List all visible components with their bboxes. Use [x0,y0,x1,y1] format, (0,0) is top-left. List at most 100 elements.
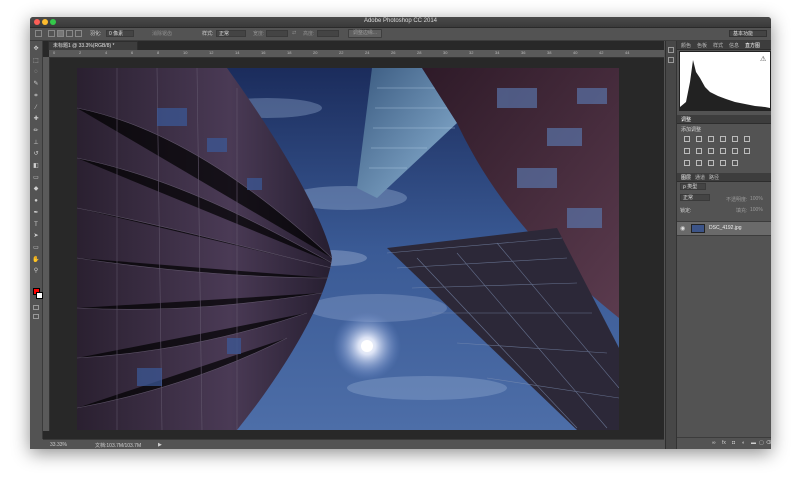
quick-mask-icon[interactable] [33,305,39,310]
blur-icon[interactable]: ◆ [32,185,40,193]
eyedropper-icon[interactable]: ⁄ [32,104,40,112]
ruler-tick-label: 2 [79,50,82,55]
width-input[interactable] [266,30,288,37]
eye-icon[interactable]: ◉ [680,225,685,232]
triangle-icon[interactable] [744,136,750,142]
layer-row[interactable]: ◉ DSC_4192.jpg [677,221,771,236]
tab-adjustments[interactable]: 调整 [681,116,691,123]
intersect-selection-icon[interactable] [75,30,82,37]
selective-color-icon[interactable] [732,160,738,166]
background-color-swatch[interactable] [36,292,43,299]
page: { "window": { "title": "Adobe Photoshop … [0,0,800,489]
right-panels: 颜色 色板 样式 信息 直方图 ⚠ 调整 添加调整 图层 通道 路径 ρ 类型 … [665,41,771,449]
feather-label: 羽化: [90,31,102,37]
ruler-tick-label: 4 [105,50,108,55]
brush-icon[interactable]: ✏ [32,127,40,135]
tab-info[interactable]: 信息 [729,42,739,49]
history-panel-icon[interactable] [668,47,674,53]
properties-panel-icon[interactable] [668,57,674,63]
ruler-tick-label: 12 [209,50,214,55]
lasso-icon[interactable]: ◌ [32,68,40,76]
zoom-icon[interactable]: ⚲ [32,267,40,275]
gradient-map-icon[interactable] [720,160,726,166]
new-layer-icon[interactable]: ▢ [759,440,764,446]
feather-input[interactable]: 0 像素 [106,30,134,37]
shape-icon[interactable]: ▭ [32,244,40,252]
photo-filter-icon[interactable] [720,148,726,154]
invert-icon[interactable] [684,160,690,166]
title-bar: Adobe Photoshop CC 2014 [30,17,771,28]
histogram-warning-icon[interactable]: ⚠ [760,55,767,63]
curves-icon[interactable] [708,136,714,142]
document-tab[interactable]: 未标题1 @ 33.3%(RGB/8) * [48,41,138,50]
image-canvas[interactable] [77,68,619,430]
layers-footer: ∞ fx ◘ ◐ ▬ ▢ ⌫ [677,437,771,448]
levels-icon[interactable] [696,136,702,142]
ruler-tick-label: 34 [495,50,500,55]
tab-channels[interactable]: 通道 [695,174,705,181]
tab-styles[interactable]: 样式 [713,42,723,49]
marquee-tool-preset-icon[interactable] [35,30,42,37]
ruler-tick-label: 6 [131,50,134,55]
status-menu-arrow[interactable]: ▶ [158,442,162,448]
tab-color[interactable]: 颜色 [681,42,691,49]
link-layers-icon[interactable]: ∞ [712,440,716,446]
heal-icon[interactable]: ✚ [32,115,40,123]
exposure-icon[interactable] [720,136,726,142]
dodge-icon[interactable]: ● [32,197,40,205]
subtract-selection-icon[interactable] [66,30,73,37]
opacity-value[interactable]: 100% [750,196,763,202]
type-icon[interactable]: T [32,221,40,229]
workspace-select[interactable]: 基本功能 [729,30,767,37]
ruler-tick-label: 0 [53,50,56,55]
hand-icon[interactable]: ✋ [32,256,40,264]
tab-swatches[interactable]: 色板 [697,42,707,49]
color-lookup-icon[interactable] [744,148,750,154]
refine-edge-button[interactable]: 调整边缘... [348,29,382,38]
add-selection-icon[interactable] [57,30,64,37]
photoshop-window: Adobe Photoshop CC 2014 羽化: 0 像素 消除锯齿 样式… [30,17,771,449]
vibrance-icon[interactable] [732,136,738,142]
channel-mixer-icon[interactable] [732,148,738,154]
adjustment-layer-icon[interactable]: ◐ [742,440,745,446]
black-white-icon[interactable] [708,148,714,154]
threshold-icon[interactable] [708,160,714,166]
pen-icon[interactable]: ✒ [32,209,40,217]
gradient-icon[interactable]: ▭ [32,174,40,182]
layer-kind-filter[interactable]: ρ 类型 [680,183,706,190]
screen-mode-icon[interactable] [33,314,39,319]
group-icon[interactable]: ▬ [751,440,756,446]
vertical-ruler[interactable] [43,57,50,431]
mask-icon[interactable]: ◘ [732,440,735,446]
marquee-icon[interactable]: ⬚ [32,57,40,65]
move-icon[interactable]: ✥ [32,45,40,53]
new-selection-icon[interactable] [48,30,55,37]
antialias-checkbox[interactable]: 消除锯齿 [152,30,172,37]
zoom-level[interactable]: 33.33% [50,442,67,448]
horizontal-ruler[interactable]: 0 2 4 6 8 10 12 14 16 18 20 22 24 26 28 30 32 34 36 38 40 42 4… [49,50,664,58]
fx-icon[interactable]: fx [722,440,726,446]
posterize-icon[interactable] [696,160,702,166]
fill-value[interactable]: 100% [750,207,763,213]
height-input[interactable] [317,30,339,37]
hue-saturation-icon[interactable] [684,148,690,154]
swap-icon[interactable]: ⇄ [292,30,296,36]
tab-paths[interactable]: 路径 [709,174,719,181]
ruler-tick-label: 40 [573,50,578,55]
brightness-contrast-icon[interactable] [684,136,690,142]
ruler-tick-label: 18 [287,50,292,55]
style-select[interactable]: 正常 [216,30,246,37]
tab-histogram[interactable]: 直方图 [745,42,760,49]
layer-name[interactable]: DSC_4192.jpg [709,225,742,231]
trash-icon[interactable]: ⌫ [766,440,771,446]
path-select-icon[interactable]: ➤ [32,232,40,240]
stamp-icon[interactable]: ⊥ [32,139,40,147]
quick-select-icon[interactable]: ✎ [32,80,40,88]
history-brush-icon[interactable]: ↺ [32,150,40,158]
color-balance-icon[interactable] [696,148,702,154]
crop-icon[interactable]: ⌗ [32,92,40,100]
doc-size[interactable]: 文档:103.7M/103.7M [95,442,141,449]
eraser-icon[interactable]: ◧ [32,162,40,170]
tab-layers[interactable]: 图层 [681,174,691,181]
blend-mode-select[interactable]: 正常 [680,194,710,201]
